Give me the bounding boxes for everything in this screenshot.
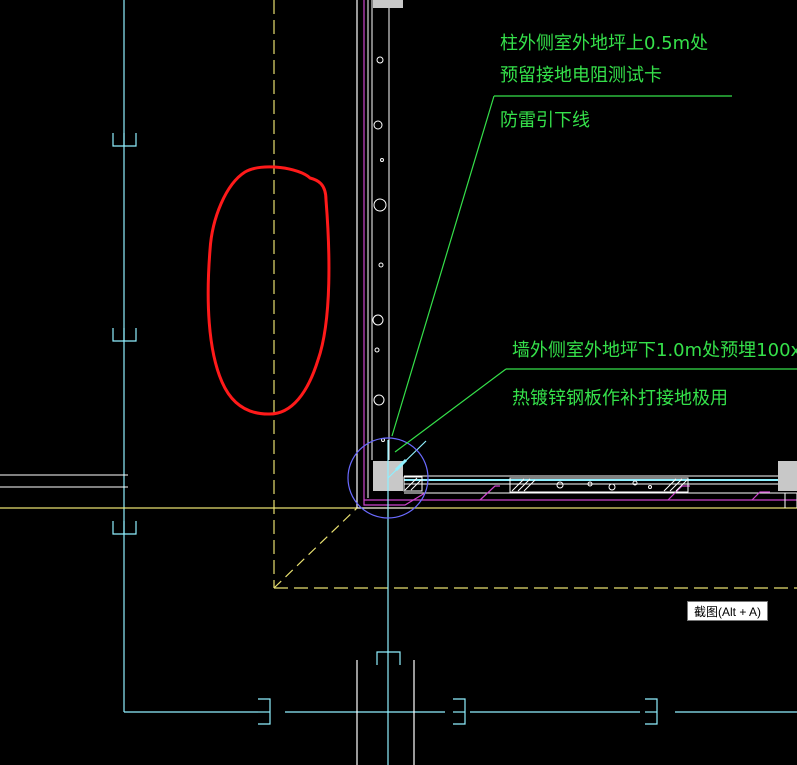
wall-note-line1: 墙外侧室外地坪下1.0m处预埋100x100 [512, 340, 797, 361]
screenshot-tooltip: 截图(Alt + A) [687, 601, 769, 621]
bottom-dimension-line [258, 651, 797, 765]
column-note-line2: 预留接地电阻测试卡 [500, 65, 662, 86]
cad-drawing-canvas[interactable]: 柱外侧室外地坪上0.5m处 预留接地电阻测试卡 防雷引下线 墙外侧室外地坪下1.… [0, 0, 797, 765]
horizontal-wall [364, 461, 797, 508]
wall-note-line2: 热镀锌钢板作补打接地极用 [512, 388, 728, 409]
left-wall-stub [0, 474, 128, 488]
corner-column [347, 437, 429, 765]
vertical-wall [356, 0, 403, 508]
column-note-line1: 柱外侧室外地坪上0.5m处 [500, 33, 708, 54]
column-note-line3: 防雷引下线 [500, 110, 590, 131]
red-markup-ellipse [206, 165, 331, 416]
left-dimension-line [112, 0, 258, 713]
